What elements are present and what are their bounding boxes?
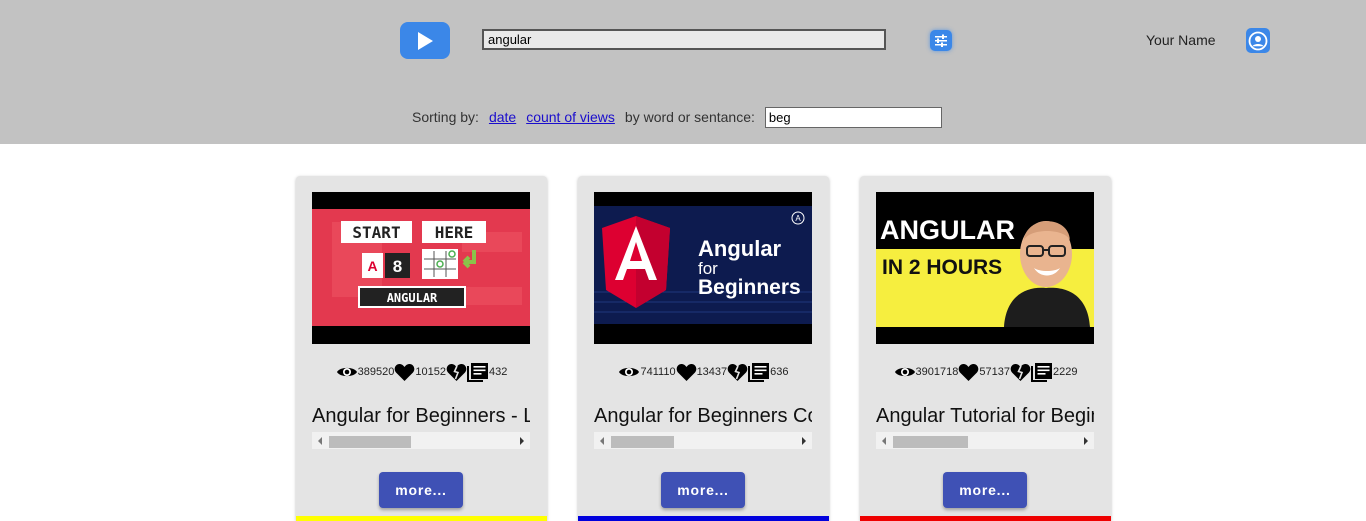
angular-start-here-thumbnail: START HERE A 8 ANGULAR <box>312 192 530 344</box>
scrollbar-thumb[interactable] <box>329 436 411 448</box>
likes-stat: 57137 <box>958 363 1010 382</box>
svg-text:8: 8 <box>393 257 402 276</box>
video-title: Angular Tutorial for Beginners <box>876 405 1094 427</box>
video-thumbnail[interactable]: START HERE A 8 ANGULAR <box>312 192 530 344</box>
account-circle-icon <box>1248 31 1268 50</box>
angular-for-beginners-thumbnail: A Angular for Beginners <box>594 192 812 344</box>
comments-stat: 432 <box>466 362 508 382</box>
word-filter-label: by word or sentance: <box>624 109 755 125</box>
more-button[interactable]: more... <box>379 472 463 508</box>
search-input[interactable] <box>482 29 886 50</box>
heart-icon <box>676 363 696 381</box>
svg-text:ANGULAR: ANGULAR <box>387 291 438 305</box>
video-title-container: Angular Tutorial for Beginners <box>876 404 1094 449</box>
likes-count: 10152 <box>415 366 446 378</box>
more-button[interactable]: more... <box>661 472 745 508</box>
views-count: 741110 <box>640 366 676 378</box>
scroll-right-arrow-icon[interactable] <box>802 437 806 445</box>
likes-count: 57137 <box>979 366 1010 378</box>
scroll-left-arrow-icon[interactable] <box>318 437 322 445</box>
comments-stat: 2229 <box>1030 362 1078 382</box>
svg-text:Beginners: Beginners <box>698 276 801 299</box>
scroll-left-arrow-icon[interactable] <box>600 437 604 445</box>
comments-count: 2229 <box>1052 366 1078 378</box>
scroll-right-arrow-icon[interactable] <box>1084 437 1088 445</box>
word-filter-input[interactable] <box>764 106 942 128</box>
scroll-left-arrow-icon[interactable] <box>882 437 886 445</box>
scrollbar-thumb[interactable] <box>611 436 674 448</box>
angular-in-2-hours-thumbnail: ANGULAR IN 2 HOURS <box>876 192 1094 344</box>
play-icon <box>418 31 433 50</box>
comments-stat: 636 <box>748 362 789 382</box>
eye-icon <box>894 367 915 377</box>
video-thumbnail[interactable]: A Angular for Beginners <box>594 192 812 344</box>
svg-text:A: A <box>795 214 801 223</box>
article-icon <box>748 363 770 382</box>
views-count: 3901718 <box>915 366 959 378</box>
dislikes-stat <box>446 363 467 382</box>
video-stats: 3901718 57137 2229 <box>860 360 1111 384</box>
likes-stat: 10152 <box>394 363 446 382</box>
video-thumbnail[interactable]: ANGULAR IN 2 HOURS <box>876 192 1094 344</box>
play-logo-button[interactable] <box>400 22 450 59</box>
svg-text:Angular: Angular <box>698 236 782 261</box>
card-color-bar <box>860 516 1111 521</box>
eye-icon <box>619 367 640 377</box>
title-scrollbar[interactable] <box>312 432 530 449</box>
dislikes-stat <box>1010 363 1031 382</box>
title-scrollbar[interactable] <box>594 432 812 449</box>
views-count: 389520 <box>357 366 395 378</box>
user-account-button[interactable] <box>1246 28 1270 53</box>
video-title-container: Angular for Beginners - Let's build a Ti… <box>312 404 530 449</box>
user-name-label: Your Name <box>1146 32 1216 48</box>
sorting-label: Sorting by: <box>412 109 479 125</box>
eye-icon <box>336 367 357 377</box>
broken-heart-icon <box>727 363 748 381</box>
svg-text:START: START <box>352 223 400 242</box>
video-stats: 741110 13437 636 <box>578 360 829 384</box>
video-title: Angular for Beginners - Let's build a Ti… <box>312 405 530 427</box>
card-color-bar <box>296 516 547 521</box>
sliders-icon <box>935 34 947 47</box>
views-stat: 3901718 <box>894 365 959 379</box>
title-scrollbar[interactable] <box>876 432 1094 449</box>
article-icon <box>1030 363 1052 382</box>
svg-text:HERE: HERE <box>435 223 474 242</box>
likes-stat: 13437 <box>676 363 728 382</box>
comments-count: 432 <box>488 366 508 378</box>
svg-text:IN 2 HOURS: IN 2 HOURS <box>882 256 1002 279</box>
scrollbar-thumb[interactable] <box>893 436 968 448</box>
article-icon <box>466 363 488 382</box>
heart-icon <box>395 363 415 381</box>
dislikes-stat <box>727 363 748 382</box>
filter-settings-button[interactable] <box>930 30 952 51</box>
views-stat: 741110 <box>618 365 676 379</box>
comments-count: 636 <box>770 366 789 378</box>
video-title-container: Angular for Beginners Course <box>594 404 812 449</box>
top-header: Your Name Sorting by: date count of view… <box>0 0 1366 144</box>
broken-heart-icon <box>446 363 467 381</box>
heart-icon <box>959 363 979 381</box>
video-card: ANGULAR IN 2 HOURS 3901718 57137 2229 An… <box>860 176 1111 521</box>
scroll-right-arrow-icon[interactable] <box>520 437 524 445</box>
sorting-bar: Sorting by: date count of views by word … <box>412 106 942 128</box>
video-stats: 389520 10152 432 <box>296 360 547 384</box>
sort-by-date-link[interactable]: date <box>489 109 516 125</box>
card-color-bar <box>578 516 829 521</box>
sort-by-views-link[interactable]: count of views <box>526 109 615 125</box>
broken-heart-icon <box>1010 363 1031 381</box>
svg-text:ANGULAR: ANGULAR <box>880 215 1015 245</box>
likes-count: 13437 <box>696 366 728 378</box>
views-stat: 389520 <box>336 365 395 379</box>
video-card: START HERE A 8 ANGULAR 389520 10152 432 … <box>296 176 547 521</box>
more-button[interactable]: more... <box>943 472 1027 508</box>
video-title: Angular for Beginners Course <box>594 405 812 427</box>
svg-text:A: A <box>367 258 377 274</box>
video-card: A Angular for Beginners 741110 13437 636… <box>578 176 829 521</box>
